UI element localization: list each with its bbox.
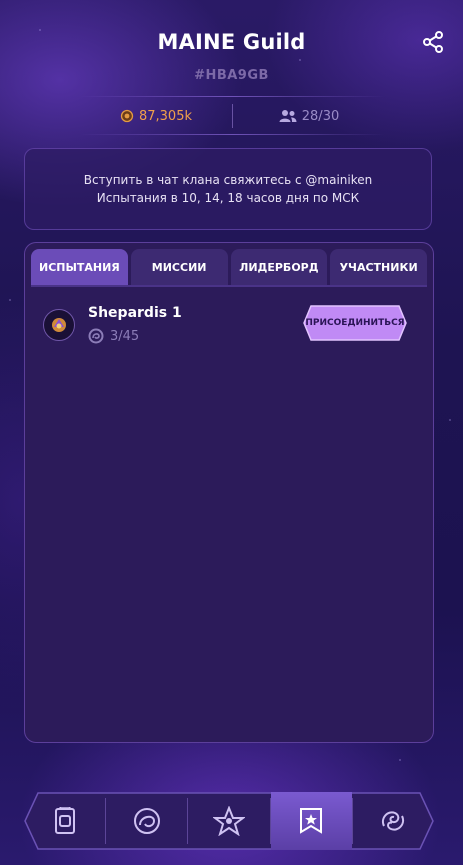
stats-top-divider xyxy=(80,96,385,97)
guild-power-value: 87,305k xyxy=(138,108,192,124)
portal-icon xyxy=(133,808,160,834)
description-line-1: Вступить в чат клана свяжитесь с @mainik… xyxy=(83,173,373,187)
guild-description: Вступить в чат клана свяжитесь с @mainik… xyxy=(24,148,432,230)
trial-row: Shepardis 1 3/45 ПРИСОЕДИНИТЬСЯ xyxy=(43,305,415,349)
tab-members[interactable]: УЧАСТНИКИ xyxy=(330,249,427,285)
join-button-label: ПРИСОЕДИНИТЬСЯ xyxy=(305,318,405,328)
guild-members-stat: 28/30 xyxy=(233,102,385,130)
trial-boss-icon xyxy=(52,318,66,332)
stats-bottom-divider xyxy=(80,134,385,135)
bottom-navigation xyxy=(24,792,434,850)
star-battle-icon xyxy=(213,806,245,836)
tab-leaderboard[interactable]: ЛИДЕРБОРД xyxy=(230,249,328,285)
nav-swirl[interactable] xyxy=(353,792,434,850)
share-icon[interactable] xyxy=(421,30,445,54)
tab-bar: ИСПЫТАНИЯ МИССИИ ЛИДЕРБОРД УЧАСТНИКИ xyxy=(31,249,427,285)
nav-cards[interactable] xyxy=(24,792,105,850)
portal-progress-icon xyxy=(88,328,104,344)
join-trial-button[interactable]: ПРИСОЕДИНИТЬСЯ xyxy=(303,305,407,341)
guild-power-stat: 87,305k xyxy=(80,102,232,130)
tab-missions[interactable]: МИССИИ xyxy=(130,249,228,285)
nav-portal[interactable] xyxy=(106,792,187,850)
swirl-icon xyxy=(382,811,405,831)
users-icon xyxy=(279,110,297,122)
guild-stats: 87,305k 28/30 xyxy=(80,102,385,130)
trial-progress: 3/45 xyxy=(88,328,139,344)
trial-name: Shepardis 1 xyxy=(88,305,182,321)
guild-banner-icon xyxy=(300,808,323,834)
guild-tag: #HBA9GB xyxy=(194,68,269,83)
description-line-2: Испытания в 10, 14, 18 часов дня по МСК xyxy=(96,191,360,205)
coin-icon xyxy=(120,109,134,123)
guild-title: MAINE Guild xyxy=(157,30,306,54)
tab-trials[interactable]: ИСПЫТАНИЯ xyxy=(31,249,128,285)
tab-underline xyxy=(31,285,427,287)
guild-members-value: 28/30 xyxy=(301,108,340,124)
cards-icon xyxy=(54,807,75,834)
trial-progress-value: 3/45 xyxy=(110,328,140,344)
trial-avatar xyxy=(43,309,75,341)
nav-guild[interactable] xyxy=(270,792,352,850)
nav-battle[interactable] xyxy=(188,792,269,850)
guild-content-panel: ИСПЫТАНИЯ МИССИИ ЛИДЕРБОРД УЧАСТНИКИ She… xyxy=(24,242,434,743)
